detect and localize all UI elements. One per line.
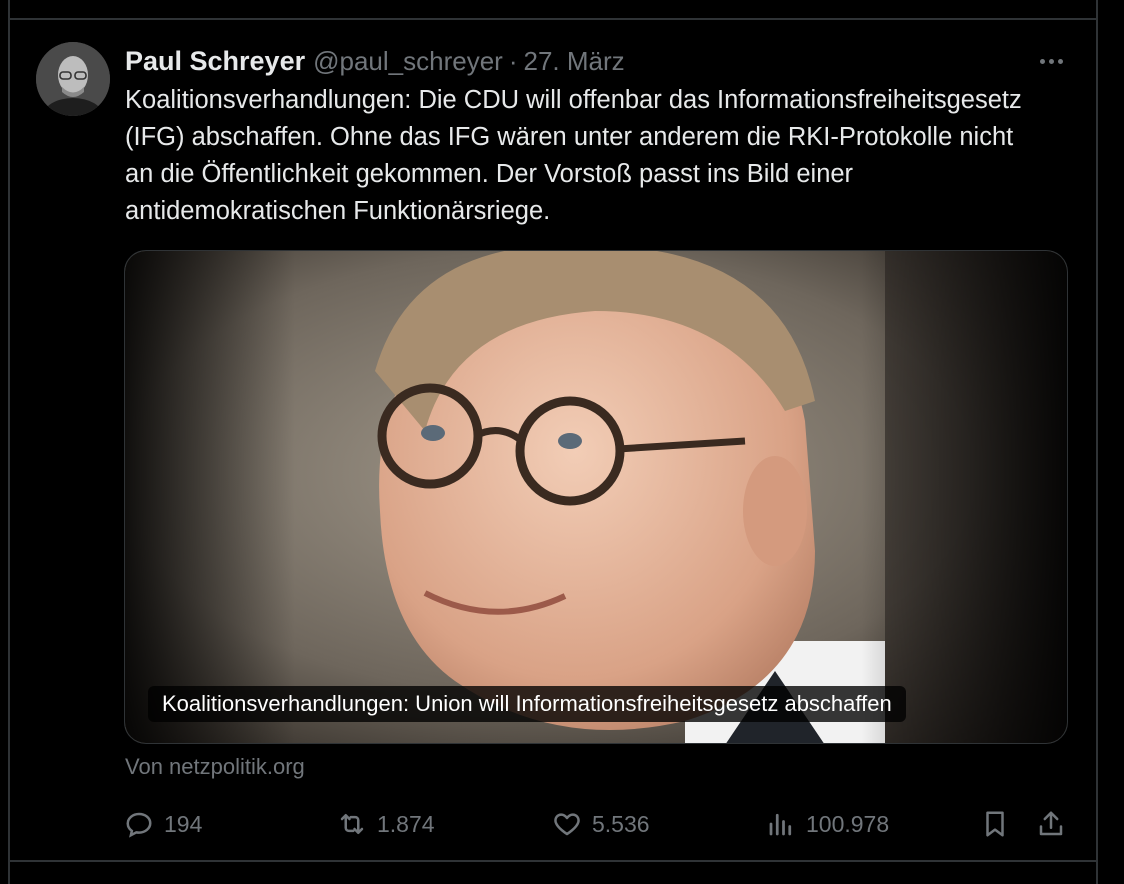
bookmark-icon <box>986 811 1004 837</box>
repost-icon <box>340 814 364 834</box>
views-count: 100.978 <box>806 810 890 837</box>
link-card-image[interactable] <box>124 250 1068 744</box>
tweet-header: Paul Schreyer @paul_schreyer · 27. März <box>125 44 625 78</box>
share-icon <box>1039 811 1063 836</box>
like-count: 5.536 <box>592 810 650 837</box>
author-name[interactable]: Paul Schreyer <box>125 46 305 77</box>
like-button[interactable]: 5.536 <box>552 804 650 844</box>
action-bar: 194 1.874 5.536 100.978 <box>0 804 1124 844</box>
tweet-date[interactable]: 27. März <box>524 46 625 77</box>
more-icon[interactable] <box>1034 50 1068 72</box>
reply-count: 194 <box>164 810 203 837</box>
reply-button[interactable]: 194 <box>124 804 202 844</box>
bookmark-button[interactable] <box>980 804 1010 844</box>
bottom-divider <box>8 860 1098 862</box>
link-card-title[interactable]: Koalitionsverhandlungen: Union will Info… <box>148 686 906 722</box>
author-handle[interactable]: @paul_schreyer <box>313 46 503 77</box>
repost-count: 1.874 <box>377 810 435 837</box>
separator: · <box>508 45 518 76</box>
like-icon <box>554 813 580 836</box>
tweet-text: Koalitionsverhandlungen: Die CDU will of… <box>125 86 1022 225</box>
top-divider <box>8 18 1098 20</box>
repost-button[interactable]: 1.874 <box>337 804 435 844</box>
link-source[interactable]: Von netzpolitik.org <box>125 754 305 780</box>
views-button[interactable]: 100.978 <box>766 804 889 844</box>
views-icon <box>769 813 792 836</box>
share-button[interactable] <box>1036 804 1066 844</box>
reply-icon <box>126 812 152 838</box>
avatar[interactable] <box>36 42 110 116</box>
